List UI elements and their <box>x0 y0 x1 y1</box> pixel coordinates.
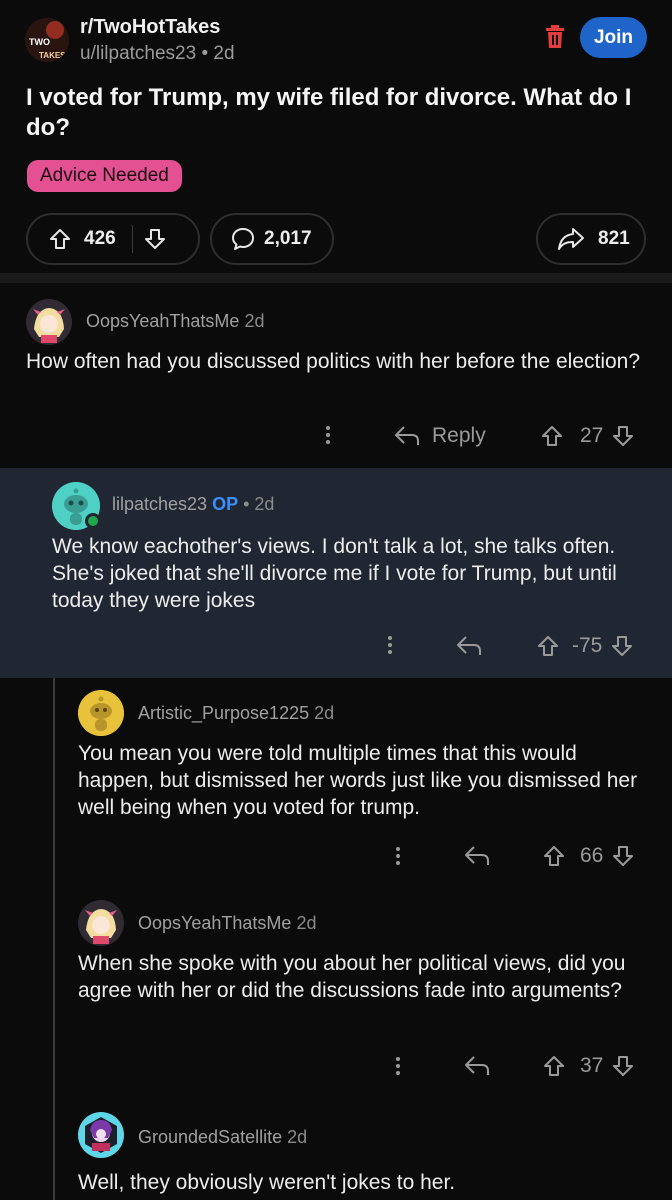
upvote-icon[interactable] <box>48 227 72 251</box>
reply-icon <box>395 426 419 445</box>
subreddit-avatar[interactable]: TWO TAKES <box>25 18 69 62</box>
share-icon <box>556 226 586 252</box>
upvote-icon[interactable] <box>540 424 564 448</box>
snoo-avatar-icon <box>78 690 124 736</box>
vote-divider <box>131 225 133 253</box>
comment-author[interactable]: Artistic_Purpose1225 2d <box>138 703 334 724</box>
comment-body: When she spoke with you about her politi… <box>78 952 626 1002</box>
user-avatar[interactable] <box>78 1112 124 1158</box>
comment: OopsYeahThatsMe 2d How often had you dis… <box>0 283 672 468</box>
comment-body: You mean you were told multiple times th… <box>78 742 638 819</box>
post-meta: u/lilpatches23 • 2d <box>80 43 235 65</box>
reply-button[interactable] <box>464 1046 490 1086</box>
more-options-icon[interactable] <box>325 423 331 447</box>
downvote-icon[interactable] <box>143 227 167 251</box>
post-author[interactable]: u/lilpatches23 <box>80 43 196 64</box>
subreddit-logo-icon: TWO TAKES <box>25 18 69 62</box>
comment-body: How often had you discussed politics wit… <box>26 350 641 373</box>
comment-score: -75 <box>572 634 603 657</box>
reply-button[interactable] <box>456 626 482 666</box>
reply-icon <box>465 1056 489 1075</box>
comment-author[interactable]: GroundedSatellite 2d <box>138 1127 307 1148</box>
reply-button[interactable]: Reply <box>394 416 486 456</box>
post-title[interactable]: I voted for Trump, my wife filed for div… <box>26 83 646 143</box>
meta-separator: • <box>201 43 214 64</box>
comment-vote: 27 <box>540 416 635 456</box>
comment-score: 66 <box>580 844 604 867</box>
anime-avatar-icon <box>78 900 124 946</box>
comment-op: lilpatches23 OP • 2d We know eachother's… <box>0 468 672 678</box>
comment-vote: 66 <box>542 836 635 876</box>
comment-body: Well, they obviously weren't jokes to he… <box>78 1171 456 1194</box>
vote-bar: 426 <box>26 213 200 265</box>
subreddit-name[interactable]: r/TwoHotTakes <box>80 16 220 39</box>
comment-score: 27 <box>580 424 604 447</box>
upvote-icon[interactable] <box>536 634 560 658</box>
post-flair[interactable]: Advice Needed <box>27 160 182 192</box>
more-options-icon[interactable] <box>395 844 401 868</box>
comment: Artistic_Purpose1225 2d You mean you wer… <box>0 678 672 878</box>
more-options-icon[interactable] <box>395 1054 401 1078</box>
downvote-icon[interactable] <box>611 424 635 448</box>
delete-icon[interactable] <box>544 25 566 49</box>
comment: OopsYeahThatsMe 2d When she spoke with y… <box>0 888 672 1088</box>
post-card: TWO TAKES r/TwoHotTakes u/lilpatches23 •… <box>0 0 672 273</box>
comment-author[interactable]: OopsYeahThatsMe 2d <box>86 311 264 332</box>
svg-text:TWO: TWO <box>29 37 50 47</box>
more-options-icon[interactable] <box>387 633 393 657</box>
post-age: 2d <box>213 43 235 64</box>
reply-icon <box>457 636 481 655</box>
join-button[interactable]: Join <box>580 17 647 58</box>
upvote-icon[interactable] <box>542 844 566 868</box>
comment-bubble-icon <box>230 226 256 252</box>
upvote-icon[interactable] <box>542 1054 566 1078</box>
share-button[interactable]: 821 <box>536 213 646 265</box>
share-count: 821 <box>598 228 630 249</box>
online-status-icon <box>85 513 101 529</box>
comment-count: 2,017 <box>264 228 312 249</box>
comment-vote: 37 <box>542 1046 635 1086</box>
anime-avatar-icon <box>26 299 72 345</box>
reply-button[interactable] <box>464 836 490 876</box>
user-avatar[interactable] <box>78 900 124 946</box>
svg-text:TAKES: TAKES <box>39 51 66 60</box>
downvote-icon[interactable] <box>610 634 634 658</box>
comment-body: We know eachother's views. I don't talk … <box>52 535 617 612</box>
reply-icon <box>465 846 489 865</box>
downvote-icon[interactable] <box>611 1054 635 1078</box>
comment-author[interactable]: lilpatches23 OP • 2d <box>112 494 274 515</box>
upvote-count: 426 <box>84 228 116 249</box>
comments-button[interactable]: 2,017 <box>210 213 334 265</box>
comment-author[interactable]: OopsYeahThatsMe 2d <box>138 913 316 934</box>
comment: GroundedSatellite 2d Well, they obviousl… <box>0 1098 672 1200</box>
section-divider <box>0 273 672 283</box>
user-avatar[interactable] <box>78 690 124 736</box>
comment-vote: -75 <box>536 626 634 666</box>
downvote-icon[interactable] <box>611 844 635 868</box>
comment-score: 37 <box>580 1054 604 1077</box>
user-avatar[interactable] <box>26 299 72 345</box>
hexagon-avatar-icon <box>81 1113 121 1157</box>
